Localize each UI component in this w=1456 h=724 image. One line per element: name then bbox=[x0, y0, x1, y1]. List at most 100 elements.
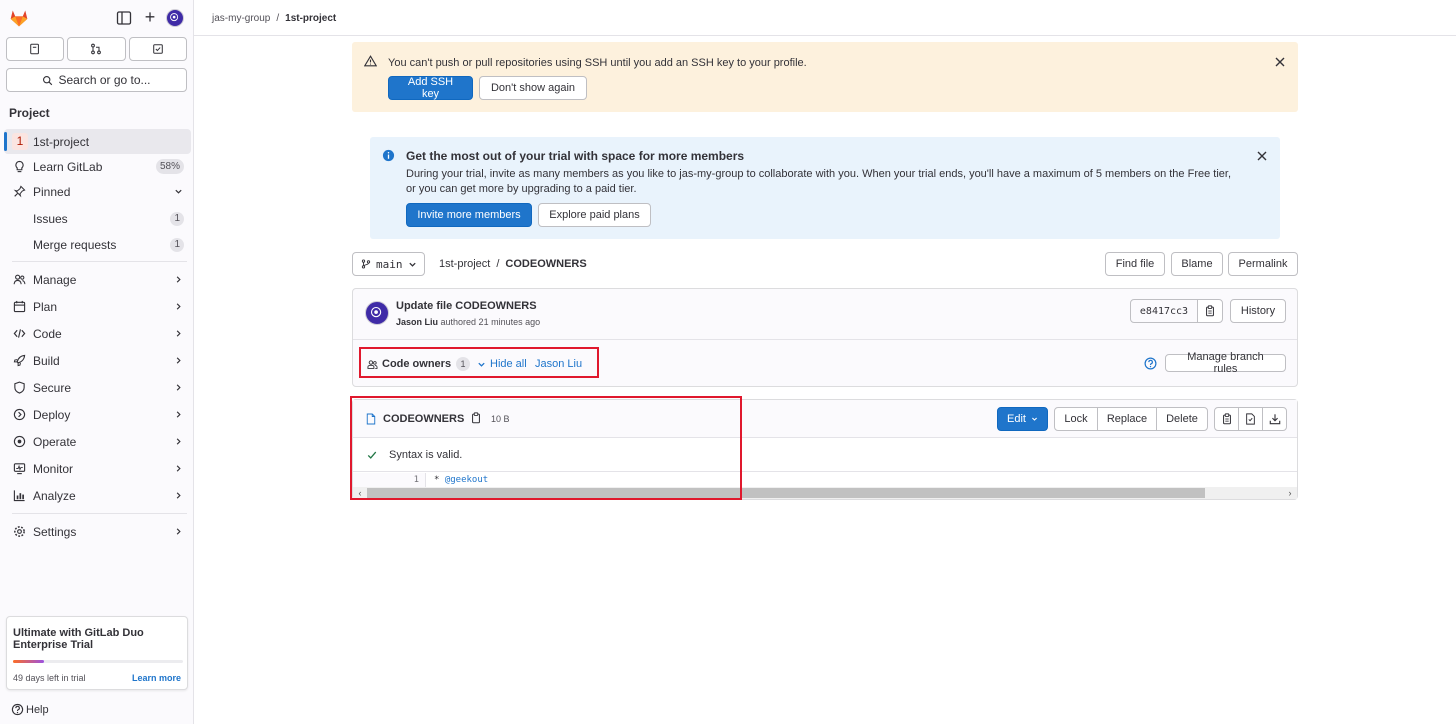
close-icon[interactable] bbox=[1257, 151, 1267, 161]
chevron-down-icon bbox=[1032, 417, 1037, 421]
sidebar-item-monitor[interactable]: Monitor bbox=[4, 455, 191, 482]
branch-selector[interactable]: main bbox=[352, 252, 425, 276]
commit-title[interactable]: Update file CODEOWNERS bbox=[396, 300, 537, 312]
user-avatar[interactable] bbox=[166, 9, 184, 27]
sidebar-item-build[interactable]: Build bbox=[4, 347, 191, 374]
code-line: * @geekout bbox=[434, 473, 488, 487]
blame-button[interactable]: Blame bbox=[1171, 252, 1223, 276]
create-new-icon[interactable]: + bbox=[142, 8, 158, 26]
chart-icon bbox=[13, 490, 25, 502]
search-label: Search or go to... bbox=[58, 73, 151, 87]
dont-show-again-button[interactable]: Don't show again bbox=[479, 76, 587, 100]
lock-button[interactable]: Lock bbox=[1054, 407, 1098, 431]
code-owner-handle: @geekout bbox=[444, 475, 489, 485]
sidebar-item-deploy[interactable]: Deploy bbox=[4, 401, 191, 428]
sidebar-item-secure[interactable]: Secure bbox=[4, 374, 191, 401]
horizontal-scrollbar[interactable]: ‹ › bbox=[353, 487, 1297, 499]
sidebar-item-manage[interactable]: Manage bbox=[4, 266, 191, 293]
breadcrumb-group[interactable]: jas-my-group bbox=[212, 13, 270, 24]
sidebar-item-label: Manage bbox=[33, 272, 77, 287]
hide-all-toggle[interactable]: Hide all bbox=[477, 358, 527, 370]
question-icon[interactable] bbox=[1144, 357, 1157, 370]
branch-icon bbox=[361, 259, 371, 269]
check-icon bbox=[367, 451, 377, 459]
delete-button[interactable]: Delete bbox=[1156, 407, 1208, 431]
download-button[interactable] bbox=[1262, 407, 1287, 431]
path-separator: / bbox=[496, 258, 500, 270]
copy-path-icon[interactable] bbox=[470, 412, 482, 424]
chevron-right-icon bbox=[176, 357, 181, 364]
invite-more-members-button[interactable]: Invite more members bbox=[406, 203, 532, 227]
commit-author-avatar[interactable] bbox=[365, 301, 389, 325]
shield-icon bbox=[14, 381, 25, 394]
users-icon bbox=[13, 274, 26, 285]
help-label: Help bbox=[26, 703, 49, 716]
code-view[interactable]: 1 * @geekout bbox=[353, 473, 1297, 487]
todo-button[interactable] bbox=[128, 37, 187, 61]
sidebar-item-label: 1st-project bbox=[33, 134, 90, 149]
scroll-right-icon[interactable]: › bbox=[1284, 488, 1296, 498]
copy-sha-button[interactable] bbox=[1197, 299, 1223, 323]
line-number[interactable]: 1 bbox=[405, 473, 419, 487]
commit-info: Update file CODEOWNERS Jason Liu authore… bbox=[353, 289, 1297, 339]
trial-progress-fill bbox=[13, 660, 44, 663]
sidebar-item-code[interactable]: Code bbox=[4, 320, 191, 347]
permalink-button[interactable]: Permalink bbox=[1228, 252, 1298, 276]
code-owners-row: Code owners 1 Hide all Jason Liu Manage … bbox=[353, 339, 1297, 387]
gitlab-logo[interactable] bbox=[9, 8, 29, 28]
sidebar-item-analyze[interactable]: Analyze bbox=[4, 482, 191, 509]
commit-author[interactable]: Jason Liu bbox=[396, 317, 438, 327]
sidebar-quick-buttons bbox=[6, 37, 187, 61]
copy-icon bbox=[1222, 413, 1231, 425]
chevron-down-icon bbox=[175, 189, 182, 194]
manage-branch-rules-button[interactable]: Manage branch rules bbox=[1165, 351, 1286, 375]
scrollbar-thumb[interactable] bbox=[367, 488, 1205, 498]
sidebar-item-learn-gitlab[interactable]: Learn GitLab 58% bbox=[4, 154, 191, 179]
open-raw-button[interactable] bbox=[1238, 407, 1263, 431]
code-owners-count: 1 bbox=[456, 357, 470, 371]
add-ssh-key-button[interactable]: Add SSH key bbox=[388, 76, 473, 100]
breadcrumb-separator: / bbox=[276, 13, 280, 24]
code-owner-link[interactable]: Jason Liu bbox=[535, 358, 582, 370]
hide-all-label: Hide all bbox=[490, 358, 527, 370]
edit-dropdown-button[interactable]: Edit bbox=[997, 407, 1048, 431]
sidebar-item-issues[interactable]: Issues 1 bbox=[4, 206, 191, 231]
find-file-button[interactable]: Find file bbox=[1105, 252, 1165, 276]
history-button[interactable]: History bbox=[1230, 299, 1286, 323]
scroll-left-icon[interactable]: ‹ bbox=[354, 488, 366, 498]
cloud-gear-icon bbox=[13, 435, 26, 448]
sidebar-item-plan[interactable]: Plan bbox=[4, 293, 191, 320]
sidebar-item-settings[interactable]: Settings bbox=[4, 518, 191, 545]
merge-requests-button[interactable] bbox=[67, 37, 126, 61]
close-icon[interactable] bbox=[1275, 57, 1285, 67]
replace-button[interactable]: Replace bbox=[1097, 407, 1157, 431]
project-avatar: 1 bbox=[12, 133, 28, 150]
chevron-right-icon bbox=[176, 465, 181, 472]
assigned-issues-button[interactable] bbox=[6, 37, 65, 61]
issues-icon bbox=[30, 43, 40, 55]
explore-paid-plans-button[interactable]: Explore paid plans bbox=[538, 203, 651, 227]
search-button[interactable]: Search or go to... bbox=[6, 68, 187, 92]
sidebar-item-label: Settings bbox=[33, 524, 77, 539]
file-actions-group: Lock Replace Delete bbox=[1054, 407, 1208, 431]
sidebar-item-merge-requests[interactable]: Merge requests 1 bbox=[4, 232, 191, 257]
path-project[interactable]: 1st-project bbox=[439, 258, 490, 270]
copy-contents-button[interactable] bbox=[1214, 407, 1239, 431]
file-icon bbox=[366, 413, 376, 425]
sidebar-item-project[interactable]: 1 1st-project bbox=[4, 129, 191, 154]
raw-file-icon bbox=[1246, 413, 1255, 425]
sidebar-toggle-icon[interactable] bbox=[116, 10, 132, 26]
file-name: CODEOWNERS bbox=[383, 413, 465, 425]
help-button[interactable]: Help bbox=[11, 703, 49, 716]
breadcrumb-project[interactable]: 1st-project bbox=[285, 13, 336, 24]
trial-progress-bar bbox=[13, 660, 183, 663]
sidebar-item-label: Merge requests bbox=[33, 237, 117, 252]
trial-widget[interactable]: Ultimate with GitLab Duo Enterprise Tria… bbox=[6, 616, 188, 690]
sidebar-item-pinned[interactable]: Pinned bbox=[4, 179, 191, 204]
app: + Search or go to... Project 1 1st-proje… bbox=[0, 0, 1456, 724]
chevron-right-icon bbox=[176, 528, 181, 535]
chevron-down-icon bbox=[478, 362, 485, 367]
sidebar-item-operate[interactable]: Operate bbox=[4, 428, 191, 455]
trial-learn-more-link[interactable]: Learn more bbox=[132, 673, 181, 683]
commit-sha[interactable]: e8417cc3 bbox=[1130, 299, 1198, 323]
